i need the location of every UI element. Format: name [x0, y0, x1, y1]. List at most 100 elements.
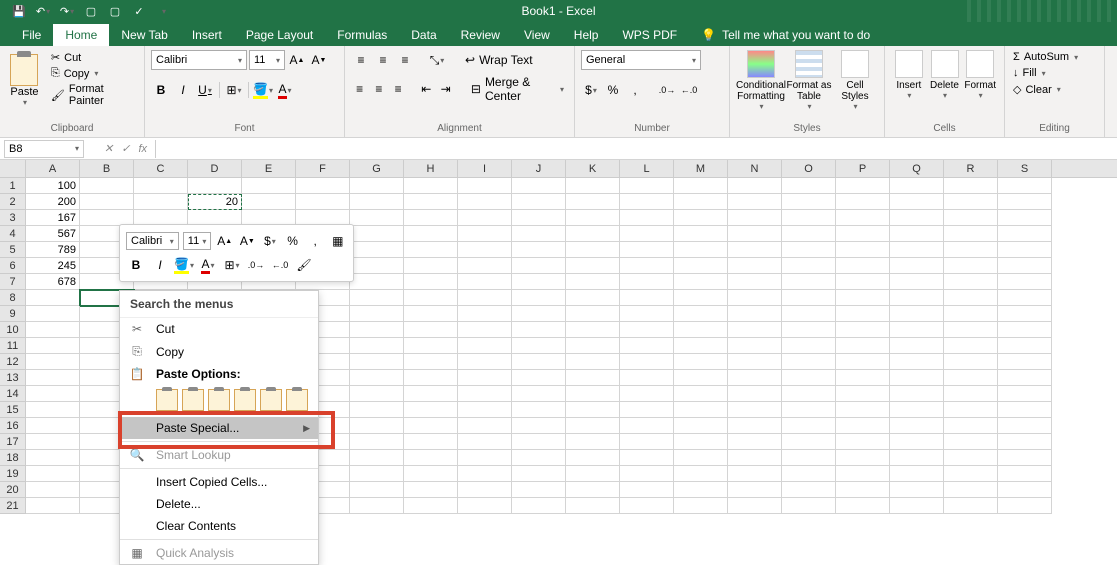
cell[interactable]: [728, 370, 782, 386]
cell[interactable]: [998, 178, 1052, 194]
insert-cells-button[interactable]: Insert▾: [891, 50, 927, 100]
cell[interactable]: [404, 338, 458, 354]
cell[interactable]: [674, 450, 728, 466]
redo-icon[interactable]: ↷▾: [56, 1, 78, 21]
row-header[interactable]: 14: [0, 386, 26, 402]
align-right-icon[interactable]: ≡: [390, 79, 407, 99]
cell[interactable]: [728, 274, 782, 290]
ctx-clear-contents[interactable]: Clear Contents: [120, 515, 318, 537]
cell[interactable]: [728, 482, 782, 498]
row-header[interactable]: 3: [0, 210, 26, 226]
cell[interactable]: [404, 274, 458, 290]
font-name-combo[interactable]: Calibri▾: [151, 50, 247, 70]
undo-icon[interactable]: ↶▾: [32, 1, 54, 21]
cell[interactable]: [26, 370, 80, 386]
cell[interactable]: [836, 498, 890, 514]
cell[interactable]: [620, 242, 674, 258]
cell[interactable]: [512, 306, 566, 322]
cell[interactable]: [404, 418, 458, 434]
cell[interactable]: [944, 498, 998, 514]
cell[interactable]: [890, 322, 944, 338]
cell[interactable]: [944, 290, 998, 306]
cell[interactable]: [782, 322, 836, 338]
cell[interactable]: [350, 290, 404, 306]
cell[interactable]: [674, 226, 728, 242]
cell[interactable]: [728, 194, 782, 210]
cell[interactable]: [674, 466, 728, 482]
ctx-smart-lookup[interactable]: 🔍 Smart Lookup: [120, 444, 318, 466]
col-header[interactable]: I: [458, 160, 512, 177]
percent-icon[interactable]: %: [603, 80, 623, 100]
cell[interactable]: [620, 290, 674, 306]
cell[interactable]: [512, 386, 566, 402]
cell[interactable]: [26, 386, 80, 402]
qat-customize-icon[interactable]: ▾: [153, 1, 175, 21]
cell[interactable]: [80, 178, 134, 194]
underline-button[interactable]: U▾: [195, 80, 215, 100]
cell[interactable]: [728, 498, 782, 514]
cell[interactable]: [674, 274, 728, 290]
spellcheck-icon[interactable]: ✓: [128, 1, 150, 21]
cell[interactable]: [458, 434, 512, 450]
cell[interactable]: [782, 418, 836, 434]
cell[interactable]: [836, 178, 890, 194]
mini-shrink-font-icon[interactable]: A▼: [238, 231, 257, 251]
cell[interactable]: 678: [26, 274, 80, 290]
col-header[interactable]: K: [566, 160, 620, 177]
cell[interactable]: [620, 450, 674, 466]
clear-button[interactable]: ◇Clear▾: [1011, 82, 1098, 97]
mini-dec-decimal-icon[interactable]: ←.0: [270, 255, 290, 275]
cell[interactable]: [404, 242, 458, 258]
cell[interactable]: [674, 354, 728, 370]
cell[interactable]: [674, 306, 728, 322]
cell[interactable]: [998, 370, 1052, 386]
cell[interactable]: [944, 386, 998, 402]
cell[interactable]: [782, 290, 836, 306]
cell[interactable]: [566, 402, 620, 418]
cell[interactable]: [566, 306, 620, 322]
row-header[interactable]: 10: [0, 322, 26, 338]
cell[interactable]: [350, 178, 404, 194]
col-header[interactable]: R: [944, 160, 998, 177]
cell-styles-button[interactable]: Cell Styles▾: [832, 50, 878, 111]
cell[interactable]: [404, 210, 458, 226]
format-painter-button[interactable]: 🖌Format Painter: [47, 82, 138, 108]
orientation-icon[interactable]: ⤡▾: [427, 50, 447, 70]
cell[interactable]: [350, 338, 404, 354]
col-header[interactable]: E: [242, 160, 296, 177]
decrease-decimal-icon[interactable]: ←.0: [679, 80, 699, 100]
cell[interactable]: [836, 482, 890, 498]
ctx-paste-special[interactable]: Paste Special... ▶: [120, 417, 318, 439]
cell[interactable]: [350, 322, 404, 338]
cell[interactable]: [350, 370, 404, 386]
cell[interactable]: [512, 450, 566, 466]
cell[interactable]: [296, 178, 350, 194]
row-header[interactable]: 12: [0, 354, 26, 370]
cell[interactable]: [890, 450, 944, 466]
cell[interactable]: [890, 498, 944, 514]
cell[interactable]: [566, 194, 620, 210]
cell[interactable]: [782, 450, 836, 466]
cell[interactable]: [998, 274, 1052, 290]
cell[interactable]: 245: [26, 258, 80, 274]
cell[interactable]: [998, 386, 1052, 402]
cell[interactable]: [26, 402, 80, 418]
cell[interactable]: [944, 482, 998, 498]
cell[interactable]: [566, 498, 620, 514]
cell[interactable]: [458, 370, 512, 386]
font-color-button[interactable]: A▾: [275, 80, 295, 100]
tab-help[interactable]: Help: [562, 24, 611, 46]
cell[interactable]: [998, 242, 1052, 258]
col-header[interactable]: J: [512, 160, 566, 177]
cell[interactable]: [404, 290, 458, 306]
cell[interactable]: [404, 466, 458, 482]
cell[interactable]: [728, 402, 782, 418]
mini-comma-icon[interactable]: ,: [306, 231, 325, 251]
cell[interactable]: [404, 178, 458, 194]
cell[interactable]: [782, 306, 836, 322]
align-middle-icon[interactable]: ≡: [373, 50, 393, 70]
cell[interactable]: [890, 258, 944, 274]
align-center-icon[interactable]: ≡: [370, 79, 387, 99]
cell[interactable]: [350, 242, 404, 258]
col-header[interactable]: A: [26, 160, 80, 177]
